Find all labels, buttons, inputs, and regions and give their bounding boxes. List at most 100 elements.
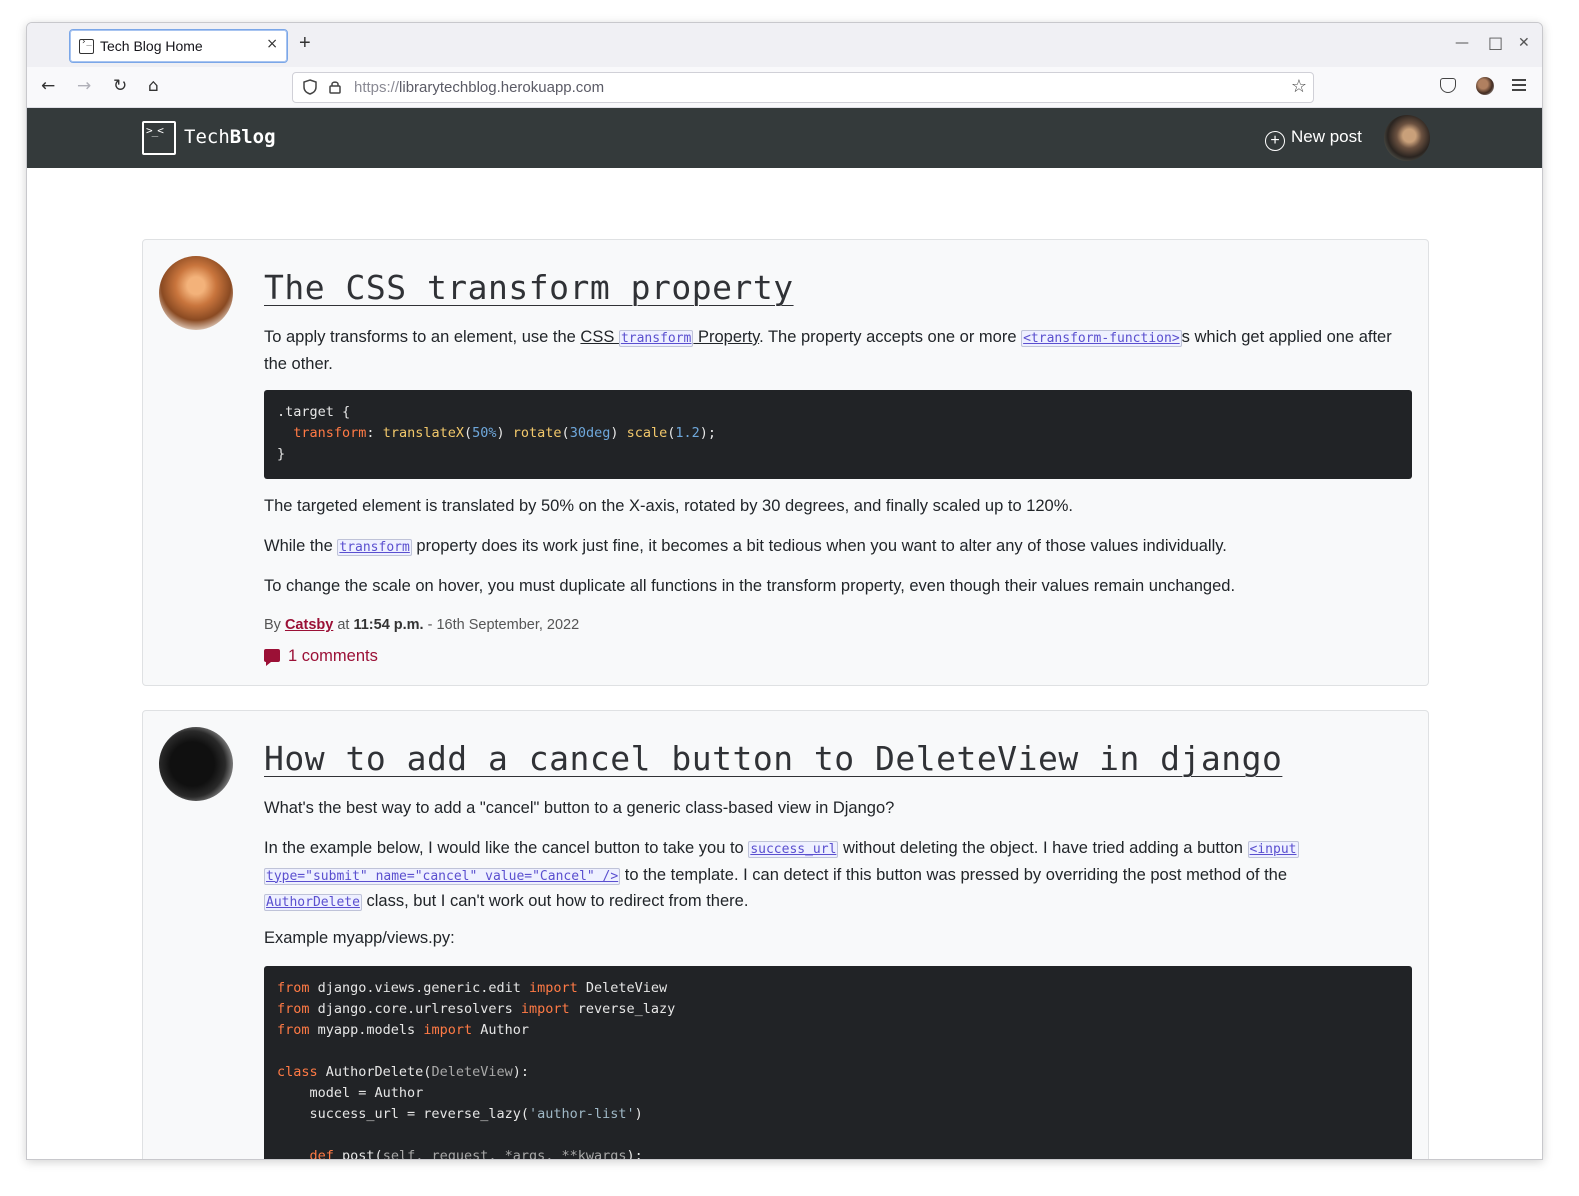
code-text: reverse_lazy bbox=[569, 1001, 676, 1017]
close-window-button[interactable]: ✕ bbox=[1518, 35, 1530, 51]
post-paragraph: To change the scale on hover, you must d… bbox=[264, 577, 1236, 595]
url-bar[interactable]: https://librarytechblog.herokuapp.com ☆ bbox=[292, 72, 1314, 103]
code-text: myapp.models bbox=[309, 1022, 424, 1038]
tab-close-icon[interactable]: × bbox=[266, 36, 278, 52]
reload-button[interactable]: ↻ bbox=[113, 76, 127, 96]
code-text: success_url = reverse_lazy( bbox=[277, 1106, 529, 1122]
pocket-icon[interactable] bbox=[1440, 78, 1456, 93]
user-avatar[interactable] bbox=[1384, 115, 1430, 161]
post-paragraph: The targeted element is translated by 50… bbox=[264, 497, 1073, 515]
inline-code-link[interactable]: success_url bbox=[748, 841, 839, 858]
inline-code-link[interactable]: <input bbox=[1247, 841, 1299, 858]
back-button[interactable]: ← bbox=[41, 76, 55, 96]
menu-icon[interactable] bbox=[1512, 79, 1526, 91]
code-text: ) bbox=[634, 1106, 643, 1122]
lock-icon[interactable] bbox=[329, 80, 341, 94]
inline-code-link[interactable]: AuthorDelete bbox=[264, 894, 362, 911]
css-transform-link[interactable]: CSS transform Property bbox=[580, 328, 760, 347]
code-text: ): bbox=[512, 1064, 529, 1080]
inline-code-link[interactable]: type="submit" name="cancel" value="Cance… bbox=[264, 867, 621, 885]
minimize-button[interactable]: — bbox=[1455, 35, 1469, 51]
comment-icon bbox=[264, 649, 280, 666]
tab-title: Tech Blog Home bbox=[100, 38, 203, 54]
code-property: transform bbox=[293, 425, 367, 441]
code-base-class: DeleteView bbox=[431, 1064, 513, 1080]
site-header: TechBlog + New post bbox=[27, 108, 1542, 168]
post-paragraph: While the transform property does its wo… bbox=[264, 534, 1414, 561]
url-host: librarytechblog.herokuapp.com bbox=[399, 79, 605, 96]
code-keyword: from bbox=[277, 1022, 310, 1038]
code-number: 1.2 bbox=[675, 425, 700, 441]
post-card: The CSS transform property To apply tran… bbox=[142, 239, 1429, 686]
tracking-shield-icon[interactable] bbox=[303, 79, 317, 95]
code-text: : bbox=[366, 425, 383, 441]
forward-button[interactable]: → bbox=[77, 76, 91, 96]
site-favicon-icon bbox=[79, 37, 94, 54]
post-date: - 16th September, 2022 bbox=[423, 617, 580, 633]
tab-tech-blog-home[interactable]: Tech Blog Home × bbox=[69, 29, 288, 63]
text: . The property accepts one or more bbox=[759, 328, 1022, 346]
inline-code-link[interactable]: transform bbox=[337, 539, 412, 556]
code-text: ): bbox=[626, 1148, 643, 1160]
code-keyword: from bbox=[277, 1001, 310, 1017]
url-scheme: https:// bbox=[354, 79, 400, 96]
code-function: scale bbox=[626, 425, 668, 441]
browser-window: Tech Blog Home × + — □ ✕ ← → ↻ ⌂ https:/… bbox=[26, 22, 1543, 1160]
author-link[interactable]: Catsby bbox=[285, 617, 333, 633]
brand-name-bold: Blog bbox=[229, 126, 276, 148]
code-keyword: def bbox=[309, 1148, 334, 1160]
code-text: } bbox=[277, 446, 286, 462]
techblog-logo-icon[interactable] bbox=[142, 121, 176, 155]
new-post-label: New post bbox=[1291, 127, 1362, 146]
home-button[interactable]: ⌂ bbox=[148, 76, 159, 96]
bookmark-star-icon[interactable]: ☆ bbox=[1291, 76, 1307, 97]
code-string: 'author-list' bbox=[528, 1106, 635, 1122]
text: While the bbox=[264, 537, 338, 555]
text: class, but I can't work out how to redir… bbox=[361, 892, 749, 910]
navigation-bar: ← → ↻ ⌂ https://librarytechblog.herokuap… bbox=[27, 67, 1542, 108]
inline-code: transform bbox=[618, 330, 694, 347]
plus-circle-icon: + bbox=[1265, 131, 1285, 151]
post-meta: By Catsby at 11:54 p.m. - 16th September… bbox=[264, 617, 579, 633]
code-function: rotate bbox=[512, 425, 562, 441]
url-text[interactable]: https://librarytechblog.herokuapp.com bbox=[354, 79, 604, 96]
author-avatar bbox=[159, 727, 233, 801]
code-number: 30deg bbox=[569, 425, 611, 441]
code-text: django.core.urlresolvers bbox=[309, 1001, 521, 1017]
post-title[interactable]: The CSS transform property bbox=[264, 268, 794, 307]
post-paragraph: To apply transforms to an element, use t… bbox=[264, 325, 1414, 376]
code-text: Author bbox=[472, 1022, 529, 1038]
post-card: How to add a cancel button to DeleteView… bbox=[142, 710, 1429, 1160]
text: at bbox=[333, 617, 354, 633]
inline-code-link[interactable]: <transform-function> bbox=[1021, 330, 1182, 347]
text: property does its work just fine, it bec… bbox=[411, 537, 1227, 555]
text: without deleting the object. I have trie… bbox=[838, 839, 1248, 857]
comments-link[interactable]: 1 comments bbox=[264, 647, 378, 666]
brand-name[interactable]: TechBlog bbox=[184, 126, 276, 148]
maximize-button[interactable]: □ bbox=[1488, 33, 1503, 52]
brand-name-plain: Tech bbox=[184, 126, 230, 148]
code-keyword: import bbox=[520, 1001, 570, 1017]
new-post-button[interactable]: + New post bbox=[1265, 127, 1362, 151]
link-text: CSS bbox=[580, 328, 619, 346]
code-text: post( bbox=[333, 1148, 383, 1160]
code-text: AuthorDelete( bbox=[317, 1064, 432, 1080]
author-avatar bbox=[159, 256, 233, 330]
account-avatar[interactable] bbox=[1476, 77, 1494, 95]
code-number: 50% bbox=[472, 425, 497, 441]
new-tab-button[interactable]: + bbox=[299, 32, 311, 55]
post-title[interactable]: How to add a cancel button to DeleteView… bbox=[264, 739, 1282, 778]
code-keyword: class bbox=[277, 1064, 318, 1080]
post-paragraph: In the example below, I would like the c… bbox=[264, 836, 1344, 916]
link-text: Property bbox=[693, 328, 760, 346]
code-text: .target { bbox=[277, 404, 351, 420]
code-keyword: import bbox=[423, 1022, 473, 1038]
text: To apply transforms to an element, use t… bbox=[264, 328, 581, 346]
tab-strip: Tech Blog Home × + — □ ✕ bbox=[27, 23, 1542, 67]
code-text: model = Author bbox=[277, 1085, 424, 1101]
site-page: TechBlog + New post The CSS transform pro… bbox=[27, 108, 1542, 1160]
comments-count: 1 comments bbox=[288, 647, 378, 665]
post-paragraph: What's the best way to add a "cancel" bu… bbox=[264, 799, 895, 817]
code-keyword: import bbox=[528, 980, 578, 996]
code-block: from django.views.generic.edit import De… bbox=[264, 966, 1412, 1160]
